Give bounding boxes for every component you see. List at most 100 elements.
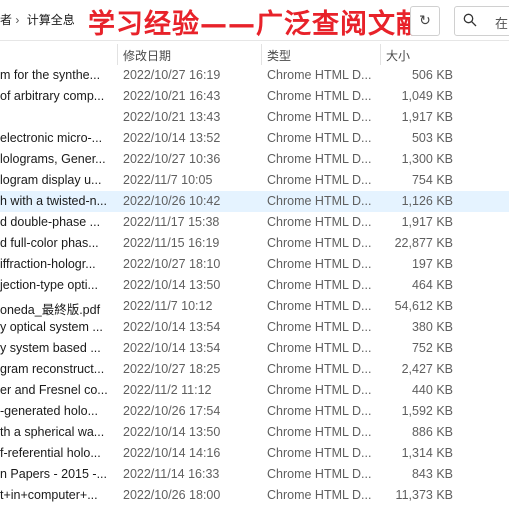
file-name: d double-phase ...: [0, 215, 101, 229]
file-date: 2022/11/2 11:12: [123, 383, 212, 397]
file-date: 2022/10/27 16:19: [123, 68, 221, 82]
breadcrumb-separator-icon: ›: [15, 13, 20, 27]
file-date: 2022/10/26 17:54: [123, 404, 221, 418]
file-size: 2,427 KB: [401, 362, 453, 376]
file-date: 2022/11/17 15:38: [123, 215, 220, 229]
search-box[interactable]: 在: [454, 6, 509, 36]
file-date: 2022/10/14 13:50: [123, 278, 221, 292]
column-header-size[interactable]: 大小: [386, 47, 410, 64]
file-date: 2022/11/15 16:19: [123, 236, 220, 250]
file-type: Chrome HTML D...: [267, 89, 372, 103]
file-type: Chrome HTML D...: [267, 299, 372, 313]
file-name: jection-type opti...: [0, 278, 98, 292]
column-header-date[interactable]: 修改日期: [123, 47, 171, 64]
file-size: 754 KB: [411, 173, 453, 187]
breadcrumb-parent[interactable]: 者: [0, 13, 12, 27]
file-type: Chrome HTML D...: [267, 152, 372, 166]
file-type: Chrome HTML D...: [267, 341, 372, 355]
file-name: er and Fresnel co...: [0, 383, 108, 397]
file-type: Chrome HTML D...: [267, 362, 372, 376]
file-name: f-referential holo...: [0, 446, 101, 460]
file-row[interactable]: t+in+computer+... 2022/10/26 18:00 Chrome …: [0, 485, 509, 506]
file-size: 464 KB: [411, 278, 453, 292]
file-size: 1,917 KB: [401, 110, 453, 124]
file-size: 886 KB: [411, 425, 453, 439]
file-row[interactable]: n Papers - 2015 -... 2022/11/14 16:33 Chro…: [0, 464, 509, 485]
file-type: Chrome HTML D...: [267, 404, 372, 418]
file-date: 2022/10/26 10:42: [123, 194, 221, 208]
file-size: 380 KB: [411, 320, 453, 334]
file-name: electronic micro-...: [0, 131, 103, 145]
file-size: 1,300 KB: [401, 152, 453, 166]
file-type: Chrome HTML D...: [267, 320, 372, 334]
file-row[interactable]: y system based ... 2022/10/14 13:54 Chrome…: [0, 338, 509, 359]
file-date: 2022/10/27 18:25: [123, 362, 221, 376]
file-row[interactable]: y optical system ... 2022/10/14 13:54 Chro…: [0, 317, 509, 338]
file-row[interactable]: th a spherical wa... 2022/10/14 13:50 Chro…: [0, 422, 509, 443]
file-date: 2022/11/7 10:05: [123, 173, 213, 187]
file-type: Chrome HTML D...: [267, 236, 372, 250]
file-name: y optical system ...: [0, 320, 103, 334]
file-type: Chrome HTML D...: [267, 215, 372, 229]
file-type: Chrome HTML D...: [267, 257, 372, 271]
file-date: 2022/10/14 13:54: [123, 341, 221, 355]
file-row[interactable]: er and Fresnel co... 2022/11/2 11:12 Chrom…: [0, 380, 509, 401]
file-size: 503 KB: [411, 131, 453, 145]
breadcrumb[interactable]: 者 › 计算全息: [0, 11, 75, 28]
search-placeholder: 在: [495, 16, 509, 31]
file-date: 2022/10/26 18:00: [123, 488, 221, 502]
file-row[interactable]: f-referential holo... 2022/10/14 14:16 Chr…: [0, 443, 509, 464]
file-size: 197 KB: [411, 257, 453, 271]
file-row[interactable]: -generated holo... 2022/10/26 17:54 Chrome…: [0, 401, 509, 422]
file-type: Chrome HTML D...: [267, 425, 372, 439]
file-row[interactable]: iffraction-hologr... 2022/10/27 18:10 Chro…: [0, 254, 509, 275]
file-type: Chrome HTML D...: [267, 467, 372, 481]
file-name: gram reconstruct...: [0, 362, 105, 376]
column-divider[interactable]: [117, 44, 118, 65]
file-type: Chrome HTML D...: [267, 110, 372, 124]
file-name: d full-color phas...: [0, 236, 99, 250]
file-type: Chrome HTML D...: [267, 194, 372, 208]
file-size: 843 KB: [411, 467, 453, 481]
file-size: 440 KB: [411, 383, 453, 397]
file-name: iffraction-hologr...: [0, 257, 96, 271]
file-type: Chrome HTML D...: [267, 68, 372, 82]
column-header-type[interactable]: 类型: [267, 47, 291, 64]
file-row[interactable]: logram display u... 2022/11/7 10:05 Chrome…: [0, 170, 509, 191]
breadcrumb-current[interactable]: 计算全息: [27, 13, 75, 27]
file-date: 2022/11/7 10:12: [123, 299, 213, 313]
column-divider[interactable]: [380, 44, 381, 65]
file-date: 2022/10/27 10:36: [123, 152, 221, 166]
file-name: logram display u...: [0, 173, 102, 187]
file-size: 1,126 KB: [401, 194, 453, 208]
file-row[interactable]: d full-color phas... 2022/11/15 16:19 Chro…: [0, 233, 509, 254]
file-row[interactable]: 2022/10/21 13:43 Chrome HTML D... 1,917 KB: [0, 107, 509, 128]
file-date: 2022/10/21 13:43: [123, 110, 221, 124]
file-row[interactable]: m for the synthe... 2022/10/27 16:19 Chrom…: [0, 65, 509, 86]
file-type: Chrome HTML D...: [267, 131, 372, 145]
file-date: 2022/10/14 13:54: [123, 320, 221, 334]
file-name: th a spherical wa...: [0, 425, 105, 439]
file-size: 1,917 KB: [401, 215, 453, 229]
refresh-button[interactable]: ↻: [410, 6, 440, 36]
file-name: y system based ...: [0, 341, 101, 355]
file-size: 1,592 KB: [401, 404, 453, 418]
file-type: Chrome HTML D...: [267, 278, 372, 292]
file-list: m for the synthe... 2022/10/27 16:19 Chrom…: [0, 65, 509, 506]
file-date: 2022/10/14 14:16: [123, 446, 221, 460]
file-row[interactable]: of arbitrary comp... 2022/10/21 16:43 Chro…: [0, 86, 509, 107]
file-name: lolograms, Gener...: [0, 152, 106, 166]
file-date: 2022/10/14 13:52: [123, 131, 221, 145]
file-row[interactable]: gram reconstruct... 2022/10/27 18:25 Chrom…: [0, 359, 509, 380]
file-row[interactable]: jection-type opti... 2022/10/14 13:50 Chro…: [0, 275, 509, 296]
file-date: 2022/10/14 13:50: [123, 425, 221, 439]
file-date: 2022/11/14 16:33: [123, 467, 220, 481]
file-name: m for the synthe...: [0, 68, 101, 82]
column-divider[interactable]: [261, 44, 262, 65]
file-row[interactable]: oneda_最終版.pdf 2022/11/7 10:12 Chrome HTML …: [0, 296, 509, 317]
file-row[interactable]: h with a twisted-n... 2022/10/26 10:42 Chr…: [0, 191, 509, 212]
file-row[interactable]: lolograms, Gener... 2022/10/27 10:36 Chrom…: [0, 149, 509, 170]
file-size: 1,314 KB: [401, 446, 453, 460]
file-row[interactable]: electronic micro-... 2022/10/14 13:52 Chro…: [0, 128, 509, 149]
file-row[interactable]: d double-phase ... 2022/11/17 15:38 Chrome…: [0, 212, 509, 233]
